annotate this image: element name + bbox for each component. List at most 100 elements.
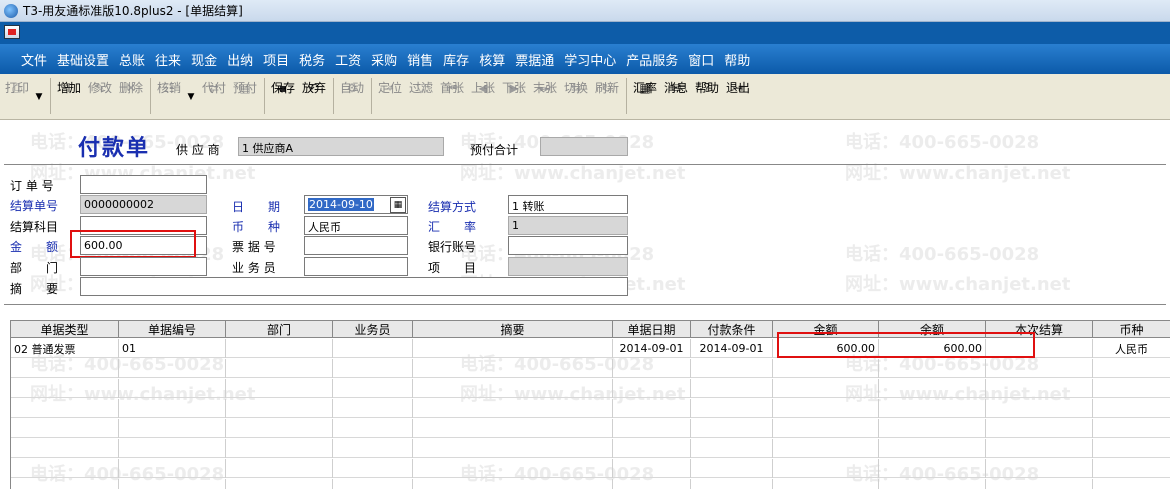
table-cell[interactable]	[1093, 359, 1170, 378]
toolbar-button[interactable]: ⇥ 退出	[723, 78, 753, 116]
table-cell[interactable]	[613, 439, 691, 458]
table-cell[interactable]	[773, 479, 879, 489]
table-cell[interactable]	[986, 439, 1093, 458]
prepay-total-field[interactable]	[540, 137, 628, 156]
toolbar-button[interactable]: ▶ 下张	[499, 78, 529, 116]
toolbar-button[interactable]: ⇄ 代付	[199, 78, 229, 116]
table-cell[interactable]	[986, 399, 1093, 418]
table-cell[interactable]	[773, 359, 879, 378]
table-cell[interactable]	[691, 419, 773, 438]
table-cell[interactable]	[613, 359, 691, 378]
table-cell[interactable]	[691, 479, 773, 489]
window-title-bar[interactable]: T3-用友通标准版10.8plus2 - [单据结算]	[0, 0, 1170, 22]
toolbar-button[interactable]: ⇆ 切换	[561, 78, 591, 116]
menu-item[interactable]: 项目	[258, 50, 294, 69]
table-cell[interactable]	[413, 459, 613, 478]
table-cell[interactable]	[879, 479, 986, 489]
table-cell[interactable]	[226, 359, 333, 378]
table-cell[interactable]	[119, 479, 226, 489]
table-cell[interactable]	[986, 459, 1093, 478]
table-cell[interactable]	[11, 379, 119, 398]
table-cell[interactable]	[333, 399, 413, 418]
menu-item[interactable]: 窗口	[683, 50, 719, 69]
toolbar-button[interactable]: ◀ 上张	[468, 78, 498, 116]
table-cell[interactable]	[879, 439, 986, 458]
table-cell[interactable]: 2014-09-01	[613, 339, 691, 358]
table-cell[interactable]: 2014-09-01	[691, 339, 773, 358]
table-cell[interactable]	[1093, 479, 1170, 489]
table-cell[interactable]: 01	[119, 339, 226, 358]
grid-column-header[interactable]: 付款条件	[691, 321, 773, 338]
table-cell[interactable]	[691, 399, 773, 418]
table-cell[interactable]	[413, 399, 613, 418]
table-row[interactable]	[11, 419, 1170, 438]
table-cell[interactable]	[119, 439, 226, 458]
table-cell[interactable]	[226, 479, 333, 489]
table-cell[interactable]	[226, 379, 333, 398]
table-cell[interactable]	[1093, 399, 1170, 418]
table-cell[interactable]: 02 普通发票	[11, 339, 119, 358]
settle-method-field[interactable]: 1 转账	[508, 195, 628, 214]
table-cell[interactable]	[773, 419, 879, 438]
grid-column-header[interactable]: 摘要	[413, 321, 613, 338]
table-cell[interactable]	[119, 379, 226, 398]
table-cell[interactable]	[986, 359, 1093, 378]
toolbar-button[interactable]: ＋增加	[54, 78, 84, 116]
bill-no-field[interactable]	[304, 236, 408, 255]
dept-field[interactable]	[80, 257, 207, 276]
table-cell[interactable]	[613, 479, 691, 489]
summary-field[interactable]	[80, 277, 628, 296]
dropdown-arrow-icon[interactable]: ▼	[185, 78, 197, 116]
menu-item[interactable]: 核算	[474, 50, 510, 69]
table-cell[interactable]	[119, 419, 226, 438]
menu-item[interactable]: 采购	[366, 50, 402, 69]
table-cell[interactable]	[879, 459, 986, 478]
menu-item[interactable]: 库存	[438, 50, 474, 69]
toolbar-button[interactable]: ⏮ 首张	[437, 78, 467, 116]
table-cell[interactable]	[773, 379, 879, 398]
toolbar-button[interactable]: ↻ 刷新	[592, 78, 622, 116]
table-cell[interactable]	[119, 359, 226, 378]
table-row[interactable]	[11, 379, 1170, 398]
calendar-icon[interactable]: ▦	[390, 197, 406, 213]
table-cell[interactable]	[11, 459, 119, 478]
menu-item[interactable]: 税务	[294, 50, 330, 69]
project-field[interactable]	[508, 257, 628, 276]
menu-item[interactable]: 出纳	[222, 50, 258, 69]
table-cell[interactable]	[119, 459, 226, 478]
order-no-field[interactable]	[80, 175, 207, 194]
toolbar-button[interactable]: ▦ 汇率	[630, 78, 660, 116]
table-cell[interactable]	[986, 379, 1093, 398]
table-cell[interactable]	[226, 399, 333, 418]
table-cell[interactable]	[119, 399, 226, 418]
table-cell[interactable]	[226, 419, 333, 438]
toolbar-button[interactable]: ⚙ 自动	[337, 78, 367, 116]
table-cell[interactable]	[413, 379, 613, 398]
settle-no-field[interactable]: 0000000002	[80, 195, 207, 214]
table-cell[interactable]	[413, 479, 613, 489]
table-row[interactable]	[11, 439, 1170, 458]
toolbar-button[interactable]: ✎ 修改	[85, 78, 115, 116]
salesman-field[interactable]	[304, 257, 408, 276]
table-cell[interactable]	[11, 359, 119, 378]
table-cell[interactable]	[413, 359, 613, 378]
table-cell[interactable]	[879, 419, 986, 438]
supplier-field[interactable]: 1 供应商A	[238, 137, 444, 156]
menu-item[interactable]: 文件	[16, 50, 52, 69]
menu-item[interactable]: 基础设置	[52, 50, 114, 69]
table-cell[interactable]	[613, 399, 691, 418]
currency-field[interactable]: 人民币	[304, 216, 408, 235]
table-row[interactable]	[11, 359, 1170, 378]
toolbar-button[interactable]: ▤ 预付	[230, 78, 260, 116]
menu-item[interactable]: 往来	[150, 50, 186, 69]
table-cell[interactable]	[773, 459, 879, 478]
menu-item[interactable]: 总账	[114, 50, 150, 69]
table-cell[interactable]	[333, 359, 413, 378]
grid-column-header[interactable]: 业务员	[333, 321, 413, 338]
grid-column-header[interactable]: 单据编号	[119, 321, 226, 338]
toolbar-button[interactable]: ? 帮助	[692, 78, 722, 116]
menu-item[interactable]: 票据通	[510, 50, 559, 69]
toolbar-button[interactable]: ↶ 放弃	[299, 78, 329, 116]
grid-column-header[interactable]: 单据类型	[11, 321, 119, 338]
toolbar-button[interactable]: ▽ 过滤	[406, 78, 436, 116]
